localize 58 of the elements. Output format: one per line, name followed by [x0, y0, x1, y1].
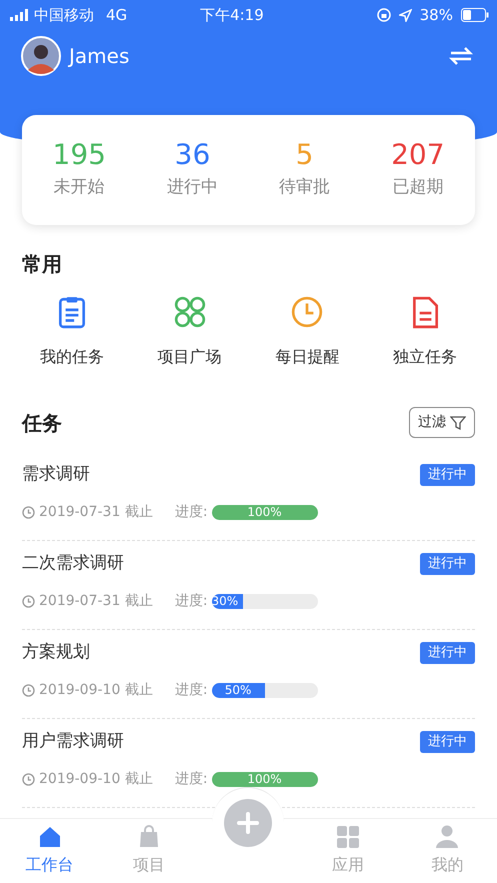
clock-icon: [22, 684, 35, 696]
progress-percent: 50%: [224, 682, 252, 698]
task-name[interactable]: 用户需求调研: [22, 729, 124, 754]
stat-label: 已超期: [392, 176, 444, 199]
stat-value: 195: [52, 140, 106, 171]
deadline-text: 2019-09-10 截止: [39, 680, 153, 700]
plus-icon: [236, 812, 259, 834]
stat-value: 5: [296, 140, 314, 171]
shortcut-label[interactable]: 每日提醒: [275, 345, 340, 369]
filter-button[interactable]: 过滤: [409, 407, 475, 438]
carrier-name: 中国移动: [34, 4, 94, 26]
section-title: 常用: [22, 251, 63, 278]
progress-percent: 100%: [246, 504, 283, 520]
filter-icon: [450, 414, 466, 430]
clock-icon: [22, 506, 35, 518]
progress-label: 进度:: [174, 680, 208, 700]
network-type: 4G: [106, 4, 128, 26]
status-badge: 进行中: [420, 553, 475, 574]
deadline-text: 2019-09-10 截止: [39, 770, 153, 788]
location-icon: [398, 8, 412, 22]
stat-label: 未开始: [54, 176, 105, 199]
signal-icon: [10, 9, 30, 21]
stat-value: 36: [174, 140, 210, 171]
section-title: 任务: [22, 410, 62, 436]
clock-icon: [22, 594, 35, 608]
orientation-lock-icon: [376, 8, 391, 22]
status-badge: 进行中: [420, 464, 475, 486]
progress-percent: 100%: [246, 772, 283, 786]
user-icon: [435, 825, 460, 849]
stat-value: 207: [391, 140, 445, 171]
task-name[interactable]: 方案规划: [22, 640, 90, 666]
apps-icon: [336, 825, 360, 849]
status-badge: 进行中: [420, 642, 475, 664]
progress-label: 进度:: [174, 502, 208, 522]
task-name[interactable]: 二次需求调研: [22, 551, 124, 576]
avatar: [21, 36, 61, 76]
shortcut-label[interactable]: 我的任务: [40, 345, 104, 369]
stat-label: 进行中: [167, 176, 218, 199]
task-name[interactable]: 需求调研: [22, 462, 90, 488]
battery-percent: 38%: [420, 4, 453, 26]
progress-percent: 30%: [212, 594, 240, 608]
shortcut-label[interactable]: 独立任务: [392, 345, 457, 369]
home-icon: [38, 825, 62, 849]
battery-icon: [460, 8, 489, 22]
progress-label: 进度:: [174, 770, 208, 788]
stat-label: 待审批: [279, 176, 330, 199]
user-name: James: [69, 43, 130, 70]
status-badge: 进行中: [420, 731, 475, 752]
clock-icon: [22, 772, 35, 786]
shortcut-label[interactable]: 项目广场: [158, 345, 222, 369]
switch-icon[interactable]: [449, 47, 473, 65]
clock-time: 下午4:19: [200, 4, 264, 26]
deadline-text: 2019-07-31 截止: [39, 502, 153, 522]
tab[interactable]: 工作台: [0, 819, 100, 883]
progress-label: 进度:: [174, 592, 208, 610]
clock-icon[interactable]: [290, 295, 324, 329]
deadline-text: 2019-07-31 截止: [39, 592, 153, 610]
circles-grid-icon[interactable]: [172, 295, 207, 329]
